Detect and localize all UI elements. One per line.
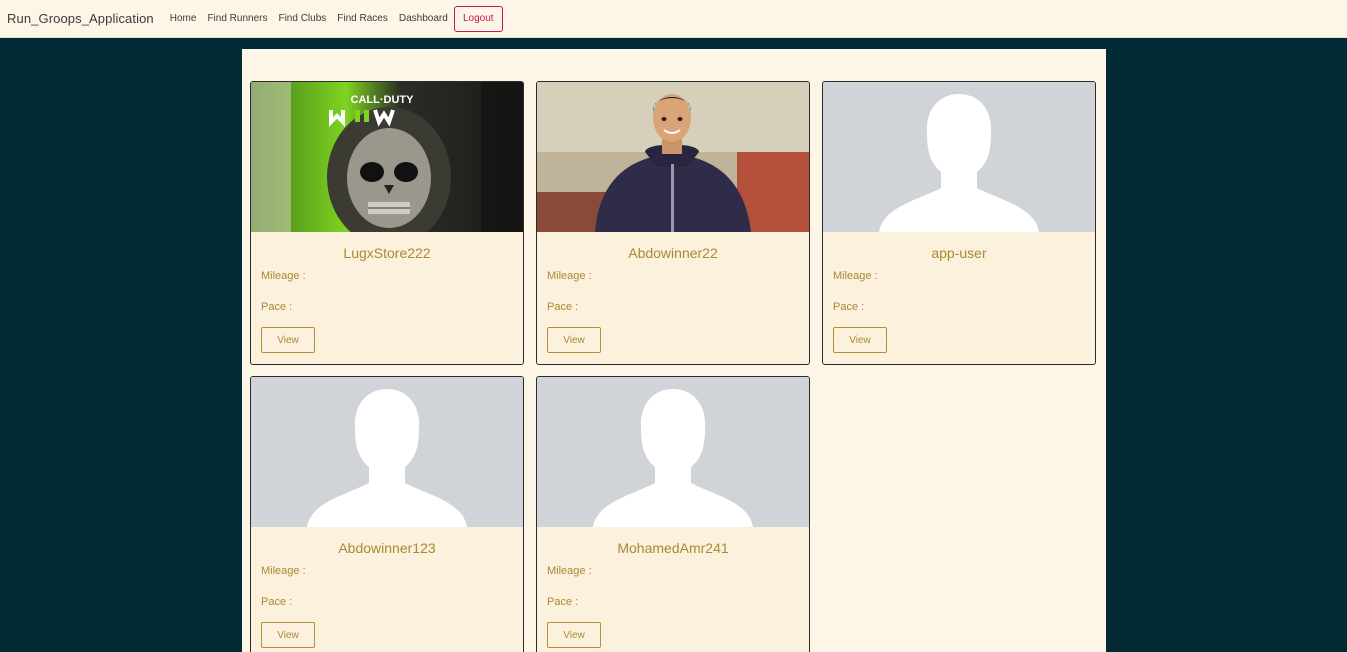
navbar: Run_Groops_Application Home Find Runners… (0, 0, 1347, 38)
mileage-label: Mileage : (833, 270, 878, 282)
logout-button[interactable]: Logout (453, 5, 503, 32)
pace-label: Pace : (261, 301, 293, 313)
runner-card: MohamedAmr241 Mileage : Pace : View (536, 376, 810, 652)
nav-find-races[interactable]: Find Races (337, 13, 388, 24)
mileage-label: Mileage : (547, 565, 592, 577)
view-button[interactable]: View (261, 327, 315, 353)
runner-card: app-user Mileage : Pace : View (822, 81, 1096, 365)
runner-name: Abdowinner22 (628, 245, 718, 261)
pace-label: Pace : (547, 596, 579, 608)
nav-home[interactable]: Home (170, 13, 197, 24)
runner-name: MohamedAmr241 (617, 540, 729, 556)
nav-dashboard[interactable]: Dashboard (399, 13, 448, 24)
runner-name: LugxStore222 (343, 245, 431, 261)
view-button[interactable]: View (833, 327, 887, 353)
runner-image: CALL·DUTY (251, 82, 523, 232)
pace-label: Pace : (833, 301, 865, 313)
runner-name: Abdowinner123 (338, 540, 436, 556)
avatar-placeholder-icon (537, 377, 809, 527)
pace-label: Pace : (261, 596, 293, 608)
runner-card: Abdowinner22 Mileage : Pace : View (536, 81, 810, 365)
pace-label: Pace : (547, 301, 579, 313)
view-button[interactable]: View (547, 327, 601, 353)
runner-card: CALL·DUTY LugxStore222 Mileage : Pace : … (250, 81, 524, 365)
runner-card: Abdowinner123 Mileage : Pace : View (250, 376, 524, 652)
avatar-placeholder-icon (823, 82, 1095, 232)
nav-find-runners[interactable]: Find Runners (207, 13, 267, 24)
runner-name: app-user (931, 245, 987, 261)
game-title-text: CALL·DUTY (351, 94, 415, 106)
mileage-label: Mileage : (261, 565, 306, 577)
brand-link[interactable]: Run_Groops_Application (7, 11, 154, 26)
view-button[interactable]: View (261, 622, 315, 648)
runner-image (537, 82, 809, 232)
avatar-placeholder-icon (251, 377, 523, 527)
runners-container: CALL·DUTY LugxStore222 Mileage : Pace : … (242, 49, 1106, 652)
view-button[interactable]: View (547, 622, 601, 648)
mileage-label: Mileage : (547, 270, 592, 282)
mileage-label: Mileage : (261, 270, 306, 282)
nav-find-clubs[interactable]: Find Clubs (278, 13, 326, 24)
